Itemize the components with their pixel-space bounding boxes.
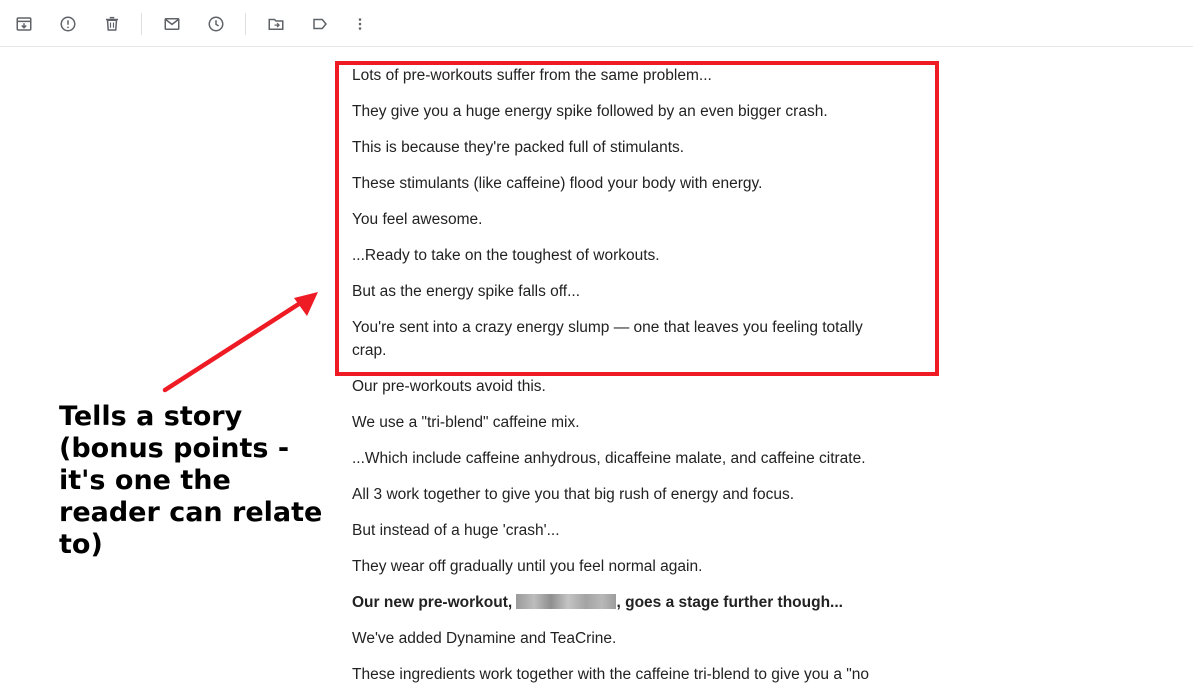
mark-unread-button[interactable] <box>160 12 184 36</box>
email-paragraph: These ingredients work together with the… <box>352 666 870 683</box>
delete-button[interactable] <box>100 12 124 36</box>
email-paragraph: We use a "tri-blend" caffeine mix. <box>352 414 580 431</box>
email-paragraph: Our pre-workouts avoid this. <box>352 378 546 395</box>
snooze-button[interactable] <box>204 12 228 36</box>
report-spam-icon <box>60 16 76 32</box>
move-to-icon <box>268 18 284 30</box>
redacted-product-name <box>516 594 617 609</box>
archive-icon <box>16 17 32 31</box>
email-bold-paragraph: Our new pre-workout, , goes a stage furt… <box>352 591 912 614</box>
email-paragraph: But instead of a huge 'crash'... <box>352 522 560 539</box>
highlight-box <box>335 61 939 376</box>
label-icon <box>313 18 327 30</box>
archive-button[interactable] <box>12 12 36 36</box>
snooze-icon <box>208 16 224 32</box>
annotation-callout: Tells a story (bonus points - it's one t… <box>59 401 323 560</box>
mark-unread-icon <box>164 18 180 30</box>
move-to-button[interactable] <box>264 12 288 36</box>
email-paragraph: ...Which include caffeine anhydrous, dic… <box>352 450 866 467</box>
email-paragraph: All 3 work together to give you that big… <box>352 486 795 503</box>
bold-text-start: Our new pre-workout, <box>352 594 517 611</box>
more-options-icon <box>358 18 362 30</box>
email-paragraph: We've added Dynamine and TeaCrine. <box>352 630 617 647</box>
email-paragraph: They wear off gradually until you feel n… <box>352 558 703 575</box>
bold-text-end: , goes a stage further though... <box>616 594 843 611</box>
toolbar-divider <box>245 13 246 35</box>
email-toolbar <box>0 0 1193 47</box>
annotation-arrow-icon <box>162 292 318 393</box>
toolbar-divider <box>141 13 142 35</box>
more-options-button[interactable] <box>348 12 372 36</box>
delete-icon <box>106 16 118 31</box>
label-button[interactable] <box>308 12 332 36</box>
report-spam-button[interactable] <box>56 12 80 36</box>
